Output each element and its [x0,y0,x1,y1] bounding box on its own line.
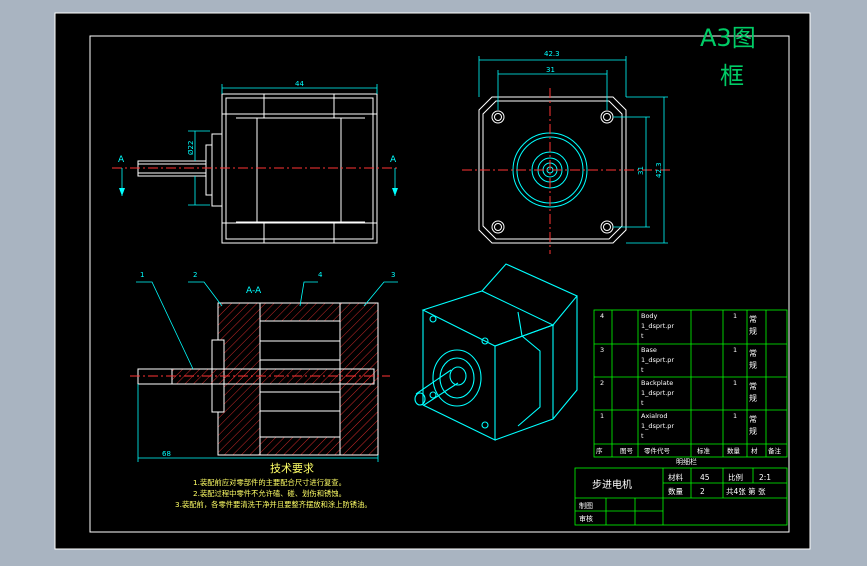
bom-row-name: Backplate [641,379,673,387]
drawing-sheet: A3图 框 44 Ø22 A A 42.3 31 31 42.3 A-A 68 … [54,12,811,550]
bom-row-name: Axialrod [641,412,668,420]
bom-header-cell: 材 [751,446,758,455]
cut-label-left: A [118,155,125,165]
bom-row-mat: 常 [749,315,757,324]
note-line-1: 1.装配前应对零部件的主要配合尺寸进行复查。 [193,478,346,487]
side-height-outer-dim: 42.3 [655,162,663,178]
scale-label: 比例 [728,472,743,482]
bom-row-qty: 1 [733,346,737,354]
note-line-3: 3.装配前，各零件要清洗干净并且要整齐摆放和涂上防锈油。 [175,500,372,509]
callout-4: 4 [318,271,323,279]
scale-value: 2:1 [759,473,771,482]
bom-row-file-ext: t [641,366,644,374]
bom-row-name: Base [641,346,657,354]
bom-row-file: 1_dsprt.pr [641,356,674,364]
top-width-inner-dim: 31 [546,66,555,74]
bom-row-file-ext: t [641,432,644,440]
bom-row-file: 1_dsprt.pr [641,322,674,330]
bom-row-qty: 1 [733,379,737,387]
checked-label: 审核 [579,514,593,523]
cad-drawing-window: A3图 框 44 Ø22 A A 42.3 31 31 42.3 A-A 68 … [0,0,867,562]
bom-row-qty: 1 [733,312,737,320]
bom-row-no: 2 [600,379,604,387]
bom-row-file-ext: t [641,332,644,340]
note-line-2: 2.装配过程中零件不允许磕、碰、划伤和锈蚀。 [193,489,346,498]
bom-row-mat: 常 [749,349,757,358]
callout-3: 3 [391,271,395,279]
front-width-dim: 44 [295,80,304,88]
bom-row-mat: 常 [749,382,757,391]
bom-row-no: 1 [600,412,604,420]
material-value: 45 [700,473,710,482]
shaft-dia-dim: Ø22 [187,141,195,155]
drawn-label: 制图 [579,501,593,510]
qty-value: 2 [700,487,705,496]
bom-row-no: 3 [600,346,604,354]
sheet-frame-label: 框 [720,62,744,90]
bom-row-name: Body [641,312,658,320]
callout-2: 2 [193,271,197,279]
top-width-outer-dim: 42.3 [544,50,560,58]
bom-header-cell: 数量 [727,446,741,455]
bom-row-mat-2: 规 [749,360,757,370]
bom-row-mat-2: 规 [749,326,757,336]
bom-header-cell: 备注 [768,446,782,455]
sheet-size-label: A3图 [700,24,756,52]
bom-row-mat-2: 规 [749,426,757,436]
qty-label: 数量 [668,486,683,496]
cut-label-right: A [390,155,397,165]
material-label: 材料 [668,472,683,482]
bom-row-file-ext: t [641,399,644,407]
bom-list-label: 明细栏 [676,457,697,466]
bom-row-mat-2: 规 [749,393,757,403]
bom-row-no: 4 [600,312,604,320]
sheet-count: 共4张 第 张 [726,486,766,496]
bom-header-cell: 图号 [620,447,634,455]
part-name: 步进电机 [592,478,632,491]
paper [54,12,811,550]
bom-row-qty: 1 [733,412,737,420]
bom-row-file: 1_dsprt.pr [641,422,674,430]
side-height-inner-dim: 31 [637,166,645,175]
bom-row-file: 1_dsprt.pr [641,389,674,397]
bom-header-cell: 序 [596,446,603,455]
callout-1: 1 [140,271,144,279]
notes-title: 技术要求 [270,462,314,475]
bom-row-mat: 常 [749,415,757,424]
bom-header-cell: 零件代号 [644,446,671,455]
section-label: A-A [246,286,262,296]
section-length-dim: 68 [162,450,171,458]
bom-header-cell: 标准 [697,446,711,455]
